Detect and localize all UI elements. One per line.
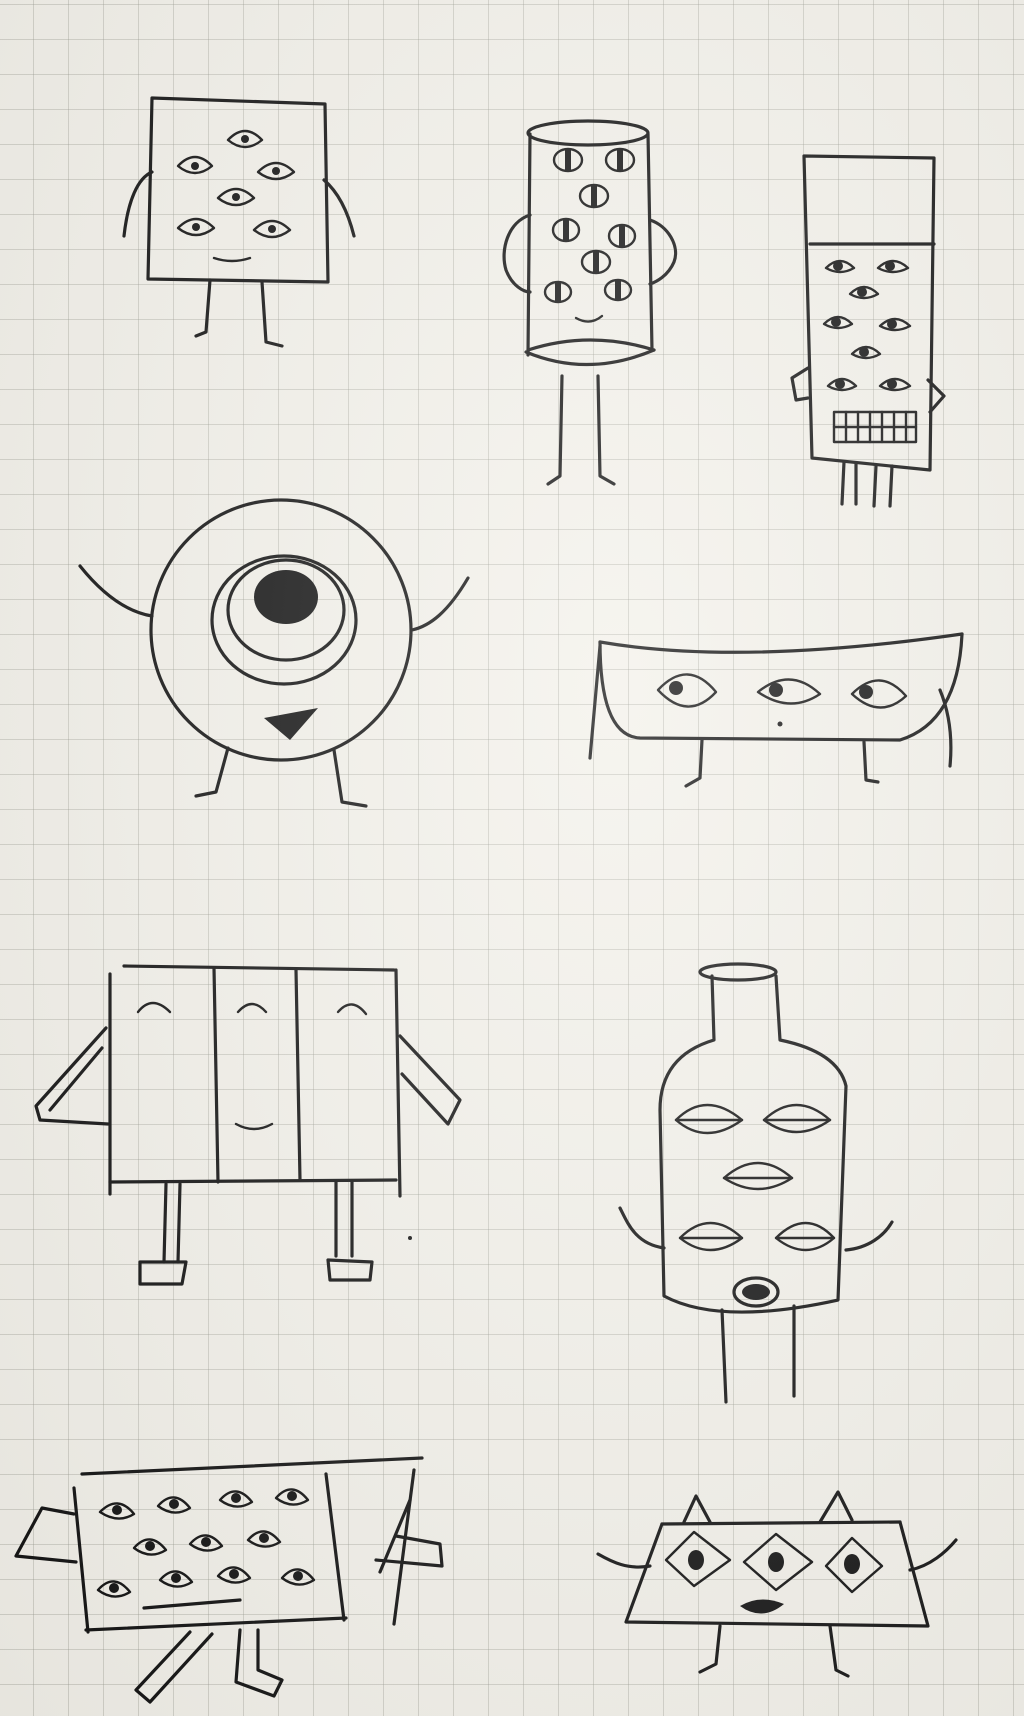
doodle-sheet <box>0 0 1024 1716</box>
graph-paper-page <box>0 0 1024 1716</box>
square-monster-six-eyes <box>124 98 354 346</box>
grater-monster <box>16 1458 442 1702</box>
rectangle-monster-teeth <box>792 156 944 506</box>
cylinder-monster-many-eyes <box>504 121 675 484</box>
bottle-monster <box>620 964 892 1402</box>
bowl-monster-three-eyes <box>590 634 962 786</box>
trapezoid-cat-monster <box>598 1492 956 1676</box>
round-cyclops-monster <box>80 500 468 806</box>
three-panel-monster <box>36 966 460 1284</box>
pen-dot <box>408 1236 412 1240</box>
